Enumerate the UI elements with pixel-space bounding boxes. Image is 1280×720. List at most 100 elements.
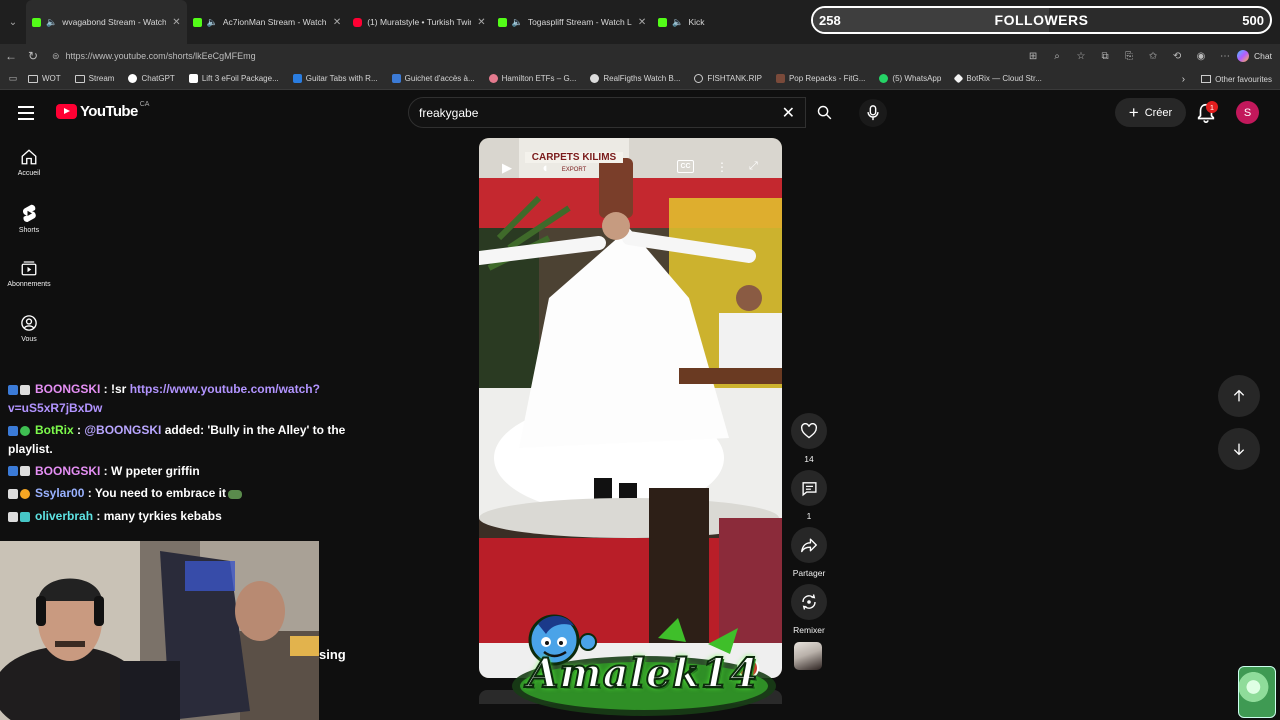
wix-icon [188, 74, 198, 83]
profile-icon[interactable]: ◉ [1189, 51, 1213, 62]
tab-title: (1) Muratstyle • Turkish Twirl [367, 17, 472, 27]
shorts-video-player[interactable]: CARPETS KILIMS EXPORT [479, 138, 782, 678]
volume-icon[interactable]: ◖ [541, 160, 549, 175]
copilot-button[interactable]: Chat [1237, 50, 1272, 62]
webcam-feed [0, 541, 319, 720]
search-icon [817, 105, 831, 120]
bookmark-item[interactable]: Pop Repacks - FitG... [775, 74, 865, 83]
more-icon[interactable]: ⋯ [1213, 51, 1237, 62]
speaker-icon[interactable]: 🔈 [672, 17, 683, 28]
bookmark-item[interactable]: Lift 3 eFoil Package... [188, 74, 279, 83]
webcam-image [0, 541, 319, 720]
site-info-icon[interactable]: ⊜ [52, 51, 60, 62]
search-button[interactable] [806, 97, 842, 128]
bookmark-item[interactable]: BotRix — Cloud Str... [953, 73, 1042, 84]
close-tab-icon[interactable]: ✕ [333, 17, 341, 28]
chat-mention: @BOONGSKI [84, 422, 162, 437]
comment-count: 1 [806, 511, 812, 521]
heart-icon [801, 423, 817, 439]
video-sign-subtext: EXPORT [562, 167, 587, 173]
browser-tab-1[interactable]: 🔈 Ac7ionMan Stream - Watch Live ✕ [187, 0, 348, 44]
country-code: CA [139, 101, 150, 108]
subscriptions-icon [21, 261, 37, 276]
folder-icon [74, 74, 85, 83]
reading-list-icon[interactable]: ▭ [6, 73, 20, 84]
sidebar-item-subscriptions[interactable]: Abonnements [4, 259, 54, 288]
browser-tab-0[interactable]: 🔈 wvagabond Stream - Watch Live ✕ [26, 0, 187, 44]
bookmark-item[interactable]: (5) WhatsApp [879, 74, 941, 83]
search-box[interactable]: freakygabe ✕ [408, 97, 806, 128]
play-icon[interactable]: ▶ [502, 160, 512, 176]
remix-button[interactable]: Remixer [791, 584, 827, 635]
youtube-favicon-icon [353, 17, 363, 27]
search-input[interactable]: freakygabe [419, 106, 782, 120]
speaker-icon[interactable]: 🔈 [46, 17, 57, 28]
share-label: Partager [792, 568, 826, 578]
create-button[interactable]: + Créer [1115, 98, 1186, 127]
like-button[interactable]: 14 [791, 413, 827, 464]
extensions-icon[interactable]: ⧉ [1093, 51, 1117, 62]
menu-hamburger-icon[interactable] [18, 102, 40, 124]
share-button[interactable]: Partager [791, 527, 827, 578]
tab-title: wvagabond Stream - Watch Live [62, 17, 167, 27]
chevron-right-icon[interactable]: › [1182, 74, 1185, 85]
close-tab-icon[interactable]: ✕ [638, 17, 646, 28]
speaker-icon[interactable]: 🔈 [207, 17, 218, 28]
youtube-logo[interactable]: YouTube CA [56, 101, 150, 120]
back-icon[interactable]: ← [0, 49, 22, 63]
like-count: 14 [804, 454, 814, 464]
bookmark-item[interactable]: Guitar Tabs with R... [292, 74, 378, 83]
account-avatar[interactable]: S [1236, 101, 1259, 124]
speaker-icon[interactable]: 🔈 [512, 17, 523, 28]
zoom-icon[interactable]: ⌕ [1045, 51, 1069, 62]
bookmark-item[interactable]: Hamilton ETFs – G... [488, 74, 576, 83]
split-screen-icon[interactable]: ⎘ [1117, 51, 1141, 62]
more-options-icon[interactable]: ⋮ [716, 160, 728, 174]
sidebar-item-you[interactable]: Vous [4, 314, 54, 343]
copilot-icon [1237, 50, 1250, 62]
favorite-star-icon[interactable]: ☆ [1069, 51, 1093, 62]
close-tab-icon[interactable]: ✕ [477, 17, 485, 28]
sidebar-item-home[interactable]: Accueil [4, 148, 54, 177]
captions-cc-icon[interactable]: CC [677, 160, 694, 173]
kick-favicon-icon [658, 17, 668, 27]
bookmark-item[interactable]: FISHTANK.RIP [694, 74, 762, 83]
bookmark-item[interactable]: WOT [28, 74, 61, 83]
chat-message: Ssylar00 : You need to embrace it [8, 484, 348, 503]
tab-title: Togaspliff Stream - Watch Live [527, 17, 632, 27]
chat-badges [8, 508, 32, 526]
browser-tab-2[interactable]: (1) Muratstyle • Turkish Twirl ✕ [347, 0, 491, 44]
bookmark-item[interactable]: Stream [74, 74, 114, 83]
next-short-button[interactable] [1218, 428, 1260, 470]
shorts-icon [23, 204, 36, 223]
video-frame: CARPETS KILIMS EXPORT [479, 138, 782, 678]
app-available-icon[interactable]: ⊞ [1021, 51, 1045, 62]
share-arrow-icon [801, 538, 817, 553]
browser-tab-3[interactable]: 🔈 Togaspliff Stream - Watch Live ✕ [492, 0, 653, 44]
browser-tab-4[interactable]: 🔈 Kick [652, 0, 710, 44]
arrow-up-icon [1233, 389, 1245, 402]
sidebar-item-shorts[interactable]: Shorts [4, 203, 54, 234]
youtube-play-icon [56, 104, 77, 119]
url-field[interactable]: https://www.youtube.com/shorts/lkEeCgMFE… [66, 51, 1021, 61]
clear-search-icon[interactable]: ✕ [782, 103, 795, 123]
tab-actions-chevron-icon[interactable]: ⌄ [0, 0, 26, 44]
previous-short-button[interactable] [1218, 375, 1260, 417]
bookmark-item[interactable]: Guichet d'accès à... [391, 74, 475, 83]
history-icon[interactable]: ⟲ [1165, 51, 1189, 62]
followers-goal: 500 [1242, 12, 1264, 28]
comments-button[interactable]: 1 [791, 470, 827, 521]
close-tab-icon[interactable]: ✕ [172, 17, 180, 28]
favorites-icon[interactable]: ✩ [1141, 51, 1165, 62]
chat-username: BotRix [35, 422, 74, 437]
bookmark-item[interactable]: ChatGPT [128, 74, 175, 83]
quebec-icon [391, 74, 401, 83]
kick-favicon-icon [32, 17, 41, 27]
sound-thumbnail[interactable] [794, 642, 822, 670]
refresh-icon[interactable]: ↻ [22, 49, 44, 63]
fullscreen-icon[interactable]: ⤢ [749, 160, 758, 173]
bookmark-item[interactable]: RealFigths Watch B... [590, 74, 680, 83]
voice-search-button[interactable] [859, 99, 887, 127]
other-favourites[interactable]: › Other favourites [1182, 68, 1272, 90]
globe-icon [694, 74, 704, 83]
